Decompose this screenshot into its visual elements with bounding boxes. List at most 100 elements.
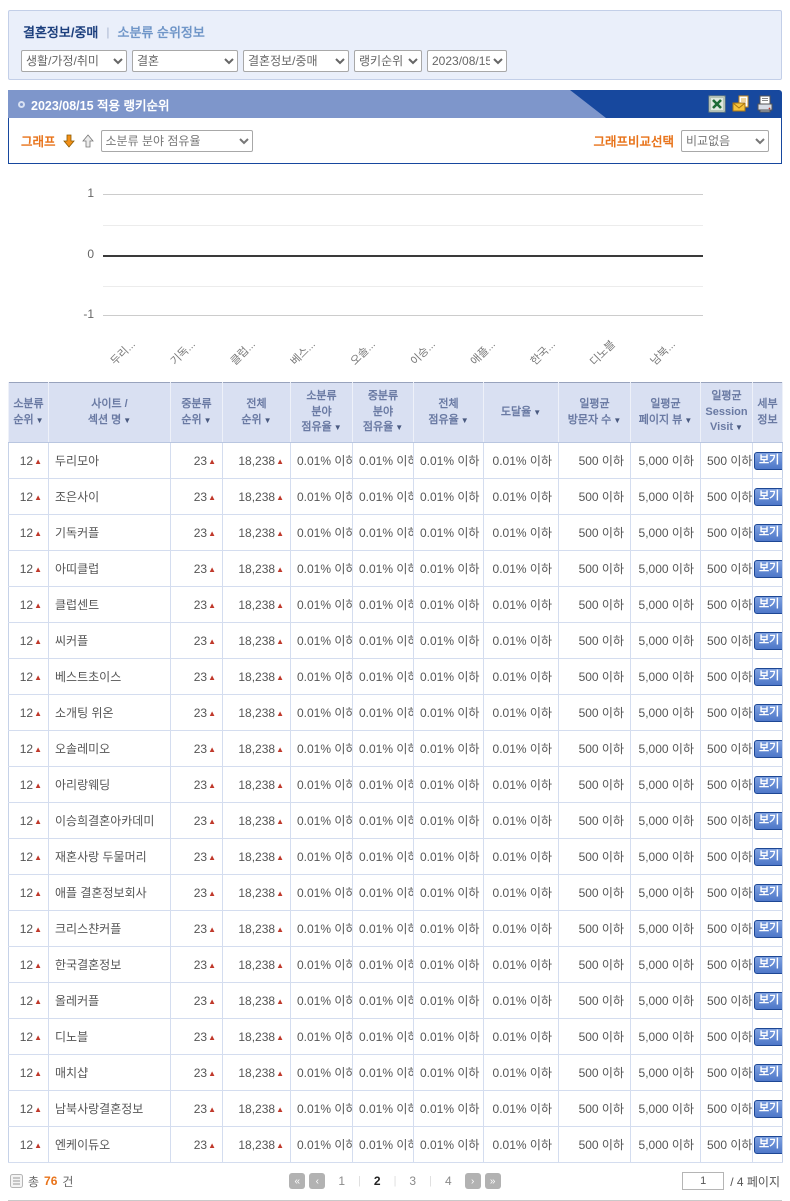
view-detail-button[interactable]: 보기 [754,1028,783,1046]
subcategory-rank-link[interactable]: 소분류 순위정보 [118,22,205,41]
view-detail-button[interactable]: 보기 [754,488,783,506]
table-row: 12▲소개팅 위온23▲18,238▲0.01% 이하0.01% 이하0.01%… [9,695,783,731]
cell-mid-rank: 23▲ [171,1127,223,1163]
rank-up-icon: ▲ [208,1141,216,1150]
page-number-3[interactable]: 3 [400,1174,425,1188]
column-header[interactable]: 중분류 순위▼ [171,383,223,443]
select-sub-category[interactable]: 결혼정보/중매 [243,50,349,72]
select-rank-type[interactable]: 랭키순위 [354,50,422,72]
excel-icon[interactable] [708,95,726,113]
page-number-input[interactable] [682,1172,724,1190]
cell-site: 조은사이 [49,479,171,515]
sort-arrow-icon[interactable]: ▼ [264,416,272,425]
bullet-icon [18,101,25,108]
column-header[interactable]: 소분류 순위▼ [9,383,49,443]
column-header[interactable]: 일평균 페이지 뷰▼ [631,383,701,443]
cell-sub-rank: 12▲ [9,839,49,875]
cell-site: 올레커플 [49,983,171,1019]
view-detail-button[interactable]: 보기 [754,740,783,758]
cell-mid-share: 0.01% 이하 [353,875,414,911]
cell-sub-rank: 12▲ [9,947,49,983]
sort-arrow-icon[interactable]: ▼ [735,423,743,432]
column-header[interactable]: 소분류 분야 점유율▼ [291,383,353,443]
sort-arrow-icon[interactable]: ▼ [461,416,469,425]
column-header[interactable]: 일평균 Session Visit▼ [701,383,753,443]
view-detail-button[interactable]: 보기 [754,884,783,902]
rank-up-icon: ▲ [34,817,42,826]
column-header[interactable]: 전체 점유율▼ [414,383,484,443]
cell-visitors: 500 이하 [559,947,631,983]
cell-sub-rank: 12▲ [9,587,49,623]
table-row: 12▲올레커플23▲18,238▲0.01% 이하0.01% 이하0.01% 이… [9,983,783,1019]
sort-ascending-icon[interactable] [82,134,94,148]
table-row: 12▲엔케이듀오23▲18,238▲0.01% 이하0.01% 이하0.01% … [9,1127,783,1163]
rank-up-icon: ▲ [276,1105,284,1114]
cell-visitors: 500 이하 [559,1127,631,1163]
cell-mid-share: 0.01% 이하 [353,731,414,767]
cell-sessions: 500 이하 [701,443,753,479]
view-detail-button[interactable]: 보기 [754,596,783,614]
view-detail-button[interactable]: 보기 [754,668,783,686]
print-icon[interactable] [756,95,774,113]
cell-visitors: 500 이하 [559,767,631,803]
cell-sub-rank: 12▲ [9,1091,49,1127]
view-detail-button[interactable]: 보기 [754,452,783,470]
rank-up-icon: ▲ [276,673,284,682]
view-detail-button[interactable]: 보기 [754,812,783,830]
column-header-label: 전체 순위 [241,398,266,426]
view-detail-button[interactable]: 보기 [754,524,783,542]
view-detail-button[interactable]: 보기 [754,1136,783,1154]
sort-arrow-icon[interactable]: ▼ [334,423,342,432]
first-page-button[interactable]: « [289,1173,305,1189]
column-header[interactable]: 사이트 / 섹션 명▼ [49,383,171,443]
page-number-1[interactable]: 1 [329,1174,354,1188]
last-page-button[interactable]: » [485,1173,501,1189]
select-graph-metric[interactable]: 소분류 분야 점유율 [101,130,253,152]
rank-up-icon: ▲ [208,601,216,610]
view-detail-button[interactable]: 보기 [754,776,783,794]
select-main-category[interactable]: 생활/가정/취미 [21,50,127,72]
sort-arrow-icon[interactable]: ▼ [533,408,541,417]
view-detail-button[interactable]: 보기 [754,560,783,578]
column-header[interactable]: 전체 순위▼ [223,383,291,443]
column-header[interactable]: 도달율▼ [484,383,559,443]
page-number-2[interactable]: 2 [365,1174,390,1188]
graph-controls: 그래프 소분류 분야 점유율 그래프비교선택 비교없음 [8,118,782,164]
sort-descending-icon[interactable] [63,134,75,148]
select-graph-compare[interactable]: 비교없음 [681,130,769,152]
sort-arrow-icon[interactable]: ▼ [613,416,621,425]
view-detail-button[interactable]: 보기 [754,992,783,1010]
page-number-4[interactable]: 4 [436,1174,461,1188]
cell-visitors: 500 이하 [559,1091,631,1127]
x-tick-label: 두리... [107,336,139,368]
column-header[interactable]: 중분류 분야 점유율▼ [353,383,414,443]
view-detail-button[interactable]: 보기 [754,1064,783,1082]
view-detail-button[interactable]: 보기 [754,632,783,650]
sort-arrow-icon[interactable]: ▼ [395,423,403,432]
cell-detail: 보기 [753,875,783,911]
cell-reach: 0.01% 이하 [484,623,559,659]
sort-arrow-icon[interactable]: ▼ [684,416,692,425]
prev-page-button[interactable]: ‹ [309,1173,325,1189]
cell-total-share: 0.01% 이하 [414,479,484,515]
view-detail-button[interactable]: 보기 [754,848,783,866]
view-detail-button[interactable]: 보기 [754,920,783,938]
mail-icon[interactable] [732,95,750,113]
category-title: 결혼정보/중매 [23,22,98,41]
table-row: 12▲한국결혼정보23▲18,238▲0.01% 이하0.01% 이하0.01%… [9,947,783,983]
next-page-button[interactable]: › [465,1173,481,1189]
column-header[interactable]: 일평균 방문자 수▼ [559,383,631,443]
table-row: 12▲남북사랑결혼정보23▲18,238▲0.01% 이하0.01% 이하0.0… [9,1091,783,1127]
select-mid-category[interactable]: 결혼 [132,50,238,72]
view-detail-button[interactable]: 보기 [754,956,783,974]
cell-reach: 0.01% 이하 [484,731,559,767]
view-detail-button[interactable]: 보기 [754,1100,783,1118]
sort-arrow-icon[interactable]: ▼ [204,416,212,425]
view-detail-button[interactable]: 보기 [754,704,783,722]
cell-pageviews: 5,000 이하 [631,515,701,551]
sort-arrow-icon[interactable]: ▼ [36,416,44,425]
sort-arrow-icon[interactable]: ▼ [123,416,131,425]
page-separator: | [394,1175,397,1187]
cell-reach: 0.01% 이하 [484,947,559,983]
select-date[interactable]: 2023/08/15 [427,50,507,72]
